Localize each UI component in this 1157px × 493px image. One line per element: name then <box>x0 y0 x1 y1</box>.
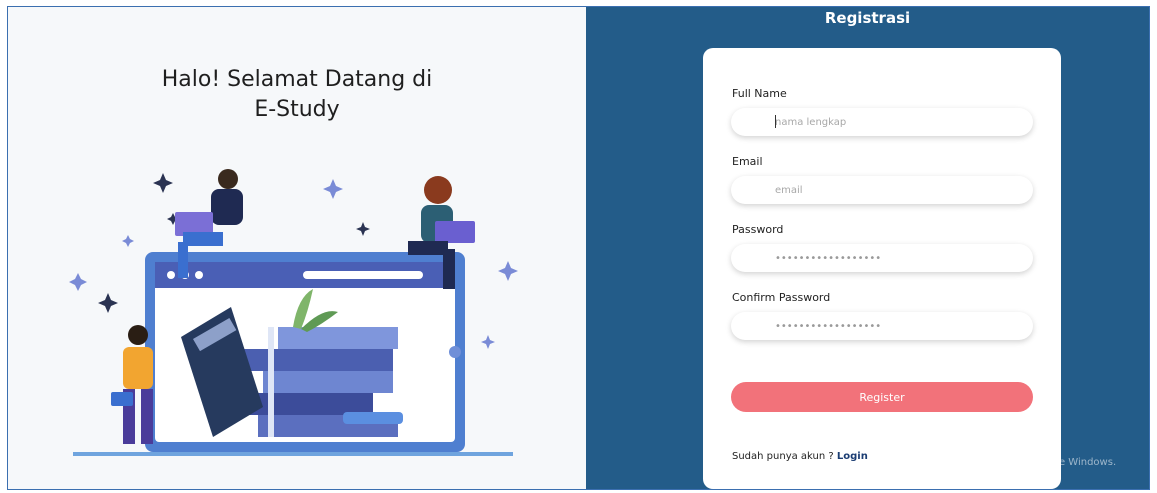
email-label: Email <box>732 155 763 168</box>
study-illustration <box>69 169 518 456</box>
login-link[interactable]: Login <box>837 451 868 462</box>
full-name-input[interactable] <box>731 108 1033 136</box>
login-prompt: Sudah punya akun ? Login <box>732 451 868 462</box>
activate-windows-subtitle: Go to Settings to activate Windows. <box>937 457 1117 468</box>
activate-windows-title: Activate Windows <box>937 439 1062 455</box>
welcome-heading: Halo! Selamat Datang di E-Study <box>8 65 586 125</box>
password-input[interactable] <box>731 244 1033 272</box>
app-frame: Halo! Selamat Datang di E-Study Registra… <box>7 6 1150 490</box>
password-label: Password <box>732 223 784 236</box>
welcome-line-2: E-Study <box>254 97 340 122</box>
text-caret <box>775 115 776 128</box>
login-prompt-text: Sudah punya akun ? <box>732 451 837 462</box>
register-button[interactable]: Register <box>731 382 1033 412</box>
confirm-password-label: Confirm Password <box>732 291 831 304</box>
form-title: Registrasi <box>824 9 911 27</box>
full-name-label: Full Name <box>732 87 787 100</box>
registration-panel: Registrasi Full Name Email Password Conf… <box>586 7 1149 489</box>
activate-windows-watermark: Activate Windows Go to Settings to activ… <box>937 439 1116 468</box>
registration-card: Full Name Email Password Confirm Passwor… <box>703 48 1061 489</box>
confirm-password-input[interactable] <box>731 312 1033 340</box>
welcome-panel: Halo! Selamat Datang di E-Study <box>8 7 586 489</box>
welcome-line-1: Halo! Selamat Datang di <box>161 67 433 92</box>
email-input[interactable] <box>731 176 1033 204</box>
